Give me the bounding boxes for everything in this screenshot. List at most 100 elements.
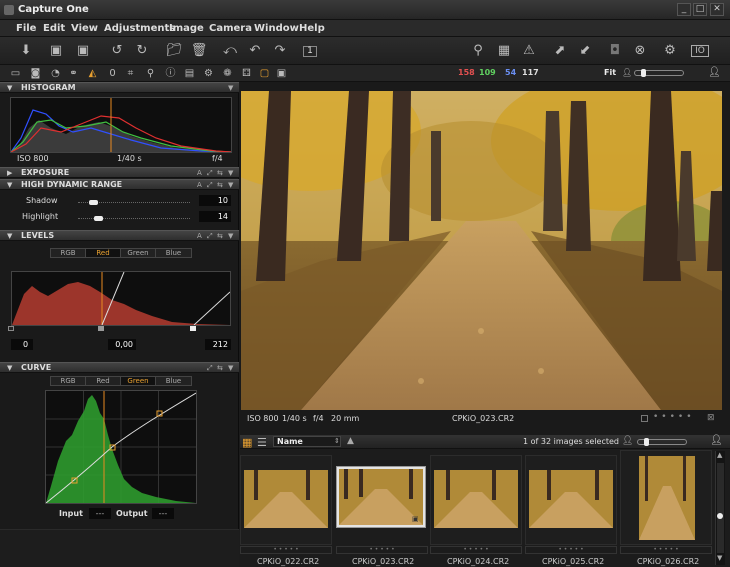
grid-view-icon[interactable]: ▦	[242, 436, 252, 449]
panel-menu-icon[interactable]: ▼	[228, 168, 233, 178]
levels-tab-blue[interactable]: Blue	[155, 248, 192, 258]
camera-icon[interactable]: ◘	[603, 41, 627, 61]
scroll-up-icon[interactable]: ▲	[717, 451, 722, 459]
levels-tab-red[interactable]: Red	[85, 248, 121, 258]
grid-icon[interactable]: ▦	[492, 41, 516, 61]
highlight-slider-knob[interactable]	[93, 216, 103, 221]
scroll-thumb[interactable]	[717, 513, 723, 519]
adjustments-icon[interactable]: ▢	[258, 67, 271, 80]
levels-mid-value[interactable]: 0,00	[108, 339, 136, 350]
import-icon[interactable]: ⬇	[14, 41, 38, 61]
panel-menu-icon[interactable]: ▼	[228, 83, 233, 93]
sort-dropdown[interactable]: Name ⇕	[273, 436, 341, 447]
rating-strip[interactable]: • • • • •	[525, 546, 617, 554]
color-balance-icon[interactable]: ⚭	[67, 67, 80, 80]
camera-tab-icon[interactable]: ◙	[29, 67, 42, 80]
thumbnail-cell[interactable]	[430, 455, 522, 545]
menu-file[interactable]: File	[16, 23, 36, 34]
warning-icon[interactable]: ⚠	[517, 41, 541, 61]
minimize-button[interactable]: _	[677, 3, 691, 16]
curve-tab-rgb[interactable]: RGB	[50, 376, 86, 386]
curve-input-value[interactable]: ---	[89, 508, 111, 519]
auto-icon[interactable]: A	[197, 168, 202, 178]
settings-icon[interactable]: ⚙	[202, 67, 215, 80]
zoom-fit-label[interactable]: Fit	[604, 68, 616, 77]
thumbnail-cell[interactable]	[525, 455, 617, 545]
reset-icon[interactable]: ⤢	[207, 180, 213, 190]
menu-view[interactable]: View	[71, 23, 98, 34]
levels-high-value[interactable]: 212	[205, 339, 231, 350]
undo-all-icon[interactable]: ⤺	[218, 41, 242, 61]
loupe-icon[interactable]: ⚲	[466, 41, 490, 61]
highlight-slider[interactable]	[78, 216, 190, 221]
histogram-header[interactable]: ▼ HISTOGRAM ▼	[0, 82, 239, 93]
menu-edit[interactable]: Edit	[43, 23, 65, 34]
reset-icon[interactable]: ⤢	[207, 168, 213, 178]
reset-icon[interactable]: ⤢	[207, 363, 213, 373]
curve-header[interactable]: ▼ CURVE ⤢ ⇆ ▼	[0, 362, 239, 373]
rotate-right-icon[interactable]: ↻	[130, 41, 154, 61]
expand-icon[interactable]: ⬈	[548, 41, 572, 61]
frame-icon[interactable]: ▣	[275, 67, 288, 80]
focus-icon[interactable]: ⚲	[144, 67, 157, 80]
viewer-options-icon[interactable]: ⊠	[707, 413, 715, 423]
levels-high-handle[interactable]	[190, 326, 196, 331]
undo-icon[interactable]: ↶	[243, 41, 267, 61]
curve-tab-red[interactable]: Red	[85, 376, 121, 386]
io-icon[interactable]: IO	[688, 41, 712, 61]
rating-strip[interactable]: • • • • •	[620, 546, 712, 554]
auto-icon[interactable]: A	[197, 231, 202, 241]
copy-icon[interactable]: ⇆	[217, 231, 223, 241]
thumbnail-cell-selected[interactable]: ▣	[336, 466, 426, 528]
shadow-slider-knob[interactable]	[89, 200, 99, 205]
metadata-icon[interactable]: ⓘ	[164, 67, 177, 80]
menu-adjustments[interactable]: Adjustments	[104, 23, 175, 34]
levels-low-handle[interactable]	[8, 326, 14, 331]
sort-direction-icon[interactable]: ▲	[347, 436, 354, 446]
shrink-icon[interactable]: ⬋	[573, 41, 597, 61]
highlight-value[interactable]: 14	[199, 211, 231, 222]
viewer-tag-icon[interactable]	[641, 415, 648, 422]
copy-icon[interactable]: ⇆	[217, 363, 223, 373]
curve-output-value[interactable]: ---	[152, 508, 174, 519]
thumb-size-slider[interactable]	[637, 438, 687, 446]
levels-mid-handle[interactable]	[98, 326, 104, 331]
cancel-icon[interactable]: ⊗	[628, 41, 652, 61]
viewer-rating-stars[interactable]: •••••	[653, 412, 695, 422]
levels-header[interactable]: ▼ LEVELS A ⤢ ⇆ ▼	[0, 230, 239, 241]
capture-icon[interactable]: ▣	[44, 41, 68, 61]
auto-icon[interactable]: A	[197, 180, 202, 190]
levels-low-value[interactable]: 0	[11, 339, 33, 350]
output-icon[interactable]: ▤	[183, 67, 196, 80]
thumbnail-cell[interactable]	[240, 455, 332, 545]
shadow-slider[interactable]	[78, 200, 190, 205]
trash-icon[interactable]: 🗑︎	[187, 41, 211, 61]
folder-icon[interactable]: 📁︎	[162, 41, 186, 61]
menu-camera[interactable]: Camera	[209, 23, 252, 34]
gear-icon[interactable]: ⚙	[658, 41, 682, 61]
maximize-button[interactable]: □	[693, 3, 707, 16]
menu-help[interactable]: Help	[299, 23, 325, 34]
panel-menu-icon[interactable]: ▼	[228, 363, 233, 373]
redo-icon[interactable]: ↷	[268, 41, 292, 61]
rating-strip[interactable]: • • • • •	[336, 546, 428, 554]
single-view-icon[interactable]: 1	[298, 41, 322, 61]
exposure-header[interactable]: ▶ EXPOSURE A ⤢ ⇆ ▼	[0, 167, 239, 178]
reset-icon[interactable]: ⤢	[207, 231, 213, 241]
menu-window[interactable]: Window	[254, 23, 299, 34]
zoom-slider[interactable]	[634, 69, 684, 77]
capture-settings-icon[interactable]: ▣	[71, 41, 95, 61]
copy-icon[interactable]: ⇆	[217, 168, 223, 178]
exposure-tab-icon[interactable]: ◭	[86, 67, 99, 80]
list-view-icon[interactable]: ☰	[257, 436, 267, 449]
menu-image[interactable]: Image	[169, 23, 204, 34]
panel-menu-icon[interactable]: ▼	[228, 180, 233, 190]
batch-icon[interactable]: ⚃	[240, 67, 253, 80]
levels-tab-rgb[interactable]: RGB	[50, 248, 86, 258]
levels-tab-green[interactable]: Green	[120, 248, 156, 258]
close-button[interactable]: ✕	[710, 3, 724, 16]
scroll-track[interactable]	[717, 463, 724, 553]
shadow-value[interactable]: 10	[199, 195, 231, 206]
quick-icon[interactable]: ❁	[221, 67, 234, 80]
hdr-header[interactable]: ▼ HIGH DYNAMIC RANGE A ⤢ ⇆ ▼	[0, 179, 239, 190]
